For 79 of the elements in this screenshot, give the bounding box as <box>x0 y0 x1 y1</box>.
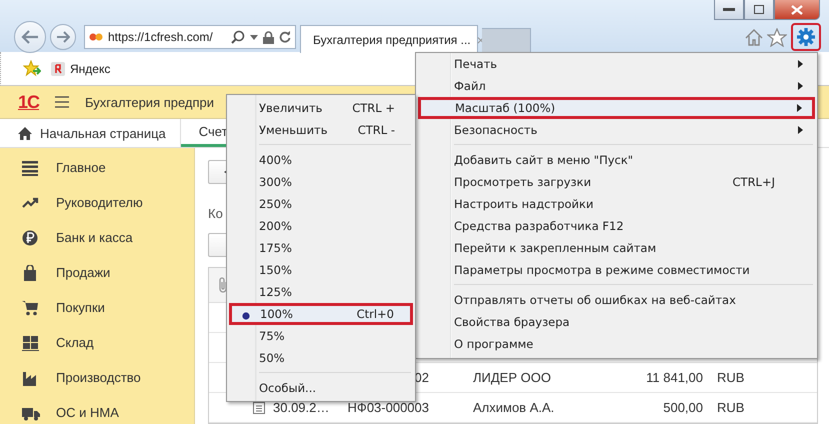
app-title: Бухгалтерия предпри <box>85 94 214 110</box>
forward-arrow-icon <box>56 31 70 43</box>
field-label: Ко <box>208 206 223 221</box>
menu-item[interactable]: 50% <box>229 347 413 369</box>
menu-item[interactable]: Параметры просмотра в режиме совместимости <box>418 259 815 281</box>
submenu-arrow-icon <box>798 126 803 134</box>
page-tab[interactable]: Начальная страница <box>0 119 181 147</box>
table-cell-text: 500,00 <box>662 400 703 415</box>
favorites-star-icon[interactable] <box>23 60 41 77</box>
menu-item[interactable]: Просмотреть загрузки CTRL+J <box>418 171 815 193</box>
table-cell-text: НФ03-000003 <box>346 400 429 415</box>
sidebar-item[interactable]: Главное <box>0 150 194 185</box>
menu-item[interactable]: Отправлять отчеты об ошибках на веб-сайтах <box>418 289 815 311</box>
menu-item[interactable]: Настроить надстройки <box>418 193 815 215</box>
refresh-icon[interactable] <box>279 31 291 43</box>
site-logo-icon <box>89 32 103 42</box>
minimize-button[interactable] <box>714 0 744 20</box>
table-cell-text: RUB <box>716 400 744 415</box>
menu-icon[interactable] <box>55 96 70 108</box>
sidebar-item[interactable]: Продажи <box>0 255 194 290</box>
lock-icon <box>263 30 274 44</box>
address-field[interactable]: https://1cfresh.com/ <box>84 25 296 49</box>
menu-item[interactable]: О программе <box>418 333 815 355</box>
menu-item[interactable]: Увеличить CTRL + <box>229 97 413 119</box>
search-icon[interactable] <box>231 30 245 44</box>
favorite-link[interactable]: Яндекс <box>51 62 110 76</box>
maximize-icon <box>754 5 764 14</box>
sidebar-item[interactable]: Руководителю <box>0 185 194 220</box>
submenu-arrow-icon <box>798 82 803 90</box>
menu-item[interactable]: Добавить сайт в меню "Пуск" <box>418 149 815 171</box>
maximize-button[interactable] <box>744 0 774 20</box>
new-tab-button[interactable] <box>482 28 531 54</box>
home-icon[interactable] <box>745 28 763 46</box>
star-icon[interactable] <box>767 28 787 46</box>
menu-item[interactable]: 100% Ctrl+0 <box>229 303 413 325</box>
table-cell-text: RUB <box>716 370 744 385</box>
lines-icon <box>22 160 40 176</box>
menu-item[interactable]: 200% <box>229 215 413 237</box>
menu-item[interactable]: Безопасность <box>418 119 815 141</box>
submenu-arrow-icon <box>798 60 803 68</box>
sidebar-item[interactable]: Банк и касса <box>0 220 194 255</box>
gear-icon <box>797 28 815 46</box>
menu-item[interactable]: Перейти к закрепленным сайтам <box>418 237 815 259</box>
back-button[interactable] <box>14 21 46 53</box>
table-cell-text: Алхимов А.А. <box>472 400 556 415</box>
menu-item[interactable]: 75% <box>229 325 413 347</box>
table-cell: 30.09.2… <box>273 400 330 415</box>
menu-item[interactable]: Печать <box>418 53 815 75</box>
document-icon <box>253 402 265 414</box>
menu-item[interactable]: Масштаб (100%) <box>418 97 815 119</box>
close-button[interactable] <box>774 0 820 20</box>
home-icon <box>18 126 32 140</box>
menu-item[interactable]: Средства разработчика F12 <box>418 215 815 237</box>
close-icon <box>791 4 803 14</box>
menu-item[interactable]: Особый... <box>229 377 413 399</box>
minimize-icon <box>723 8 735 12</box>
grid-icon <box>22 334 40 350</box>
menu-item[interactable]: 300% <box>229 171 413 193</box>
back-arrow-icon <box>21 30 39 44</box>
sidebar-item[interactable]: Покупки <box>0 290 194 325</box>
menu-item[interactable]: 175% <box>229 237 413 259</box>
menu-item[interactable]: Свойства браузера <box>418 311 815 333</box>
settings-button[interactable] <box>791 23 821 51</box>
cart-icon <box>22 300 40 316</box>
menu-item[interactable]: 250% <box>229 193 413 215</box>
ruble-icon <box>22 230 40 246</box>
table-cell-text: ЛИДЕР ООО <box>472 370 552 385</box>
sidebar-item[interactable]: Производство <box>0 360 194 395</box>
dropdown-icon[interactable] <box>250 34 258 40</box>
app-logo: 1С <box>18 92 40 112</box>
menu-item[interactable]: 400% <box>229 149 413 171</box>
menu-item[interactable]: 150% <box>229 259 413 281</box>
sidebar-item[interactable]: ОС и НМА <box>0 395 194 424</box>
table-cell-text: 11 841,00 <box>645 370 703 385</box>
menu-item[interactable]: 125% <box>229 281 413 303</box>
submenu-arrow-icon <box>797 104 802 112</box>
forward-button[interactable] <box>50 24 76 50</box>
menu-item[interactable]: Файл <box>418 75 815 97</box>
sidebar-item[interactable]: Склад <box>0 325 194 360</box>
